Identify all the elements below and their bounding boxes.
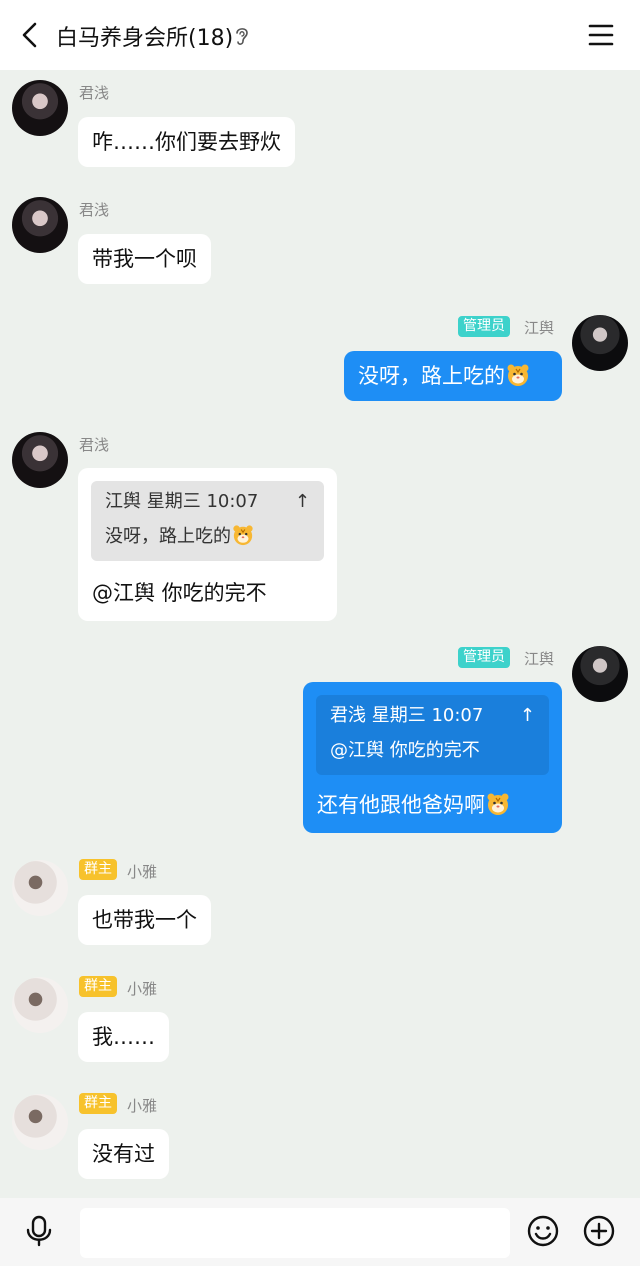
input-bar bbox=[0, 1198, 640, 1266]
avatar-junqian[interactable] bbox=[12, 432, 68, 488]
admin-badge: 管理员 bbox=[458, 647, 510, 668]
message-row: 管理员 江舆 没呀，路上吃的 bbox=[0, 305, 640, 415]
message-row: 群主 小雅 我…… bbox=[0, 967, 640, 1077]
message-input[interactable] bbox=[80, 1208, 510, 1258]
arrow-up-icon: ↑ bbox=[294, 491, 310, 512]
avatar-junqian[interactable] bbox=[12, 197, 68, 253]
quoted-message[interactable]: 江舆 星期三 10:07 ↑ 没呀，路上吃的 bbox=[91, 481, 324, 561]
message-bubble[interactable]: 带我一个呗 bbox=[78, 234, 211, 284]
tiger-emoji-icon bbox=[233, 525, 253, 546]
sender-name: 君浅 bbox=[79, 201, 110, 219]
message-text: 我…… bbox=[92, 1025, 155, 1049]
owner-badge: 群主 bbox=[79, 859, 117, 880]
avatar-xiaoya[interactable] bbox=[12, 1094, 68, 1150]
message-bubble[interactable]: 江舆 星期三 10:07 ↑ 没呀，路上吃的 @江舆 你吃的完不 bbox=[78, 468, 337, 621]
plus-icon[interactable] bbox=[582, 1214, 616, 1248]
avatar-junqian[interactable] bbox=[12, 80, 68, 136]
back-icon[interactable] bbox=[14, 18, 48, 52]
message-row: 群主 小雅 没有过 bbox=[0, 1084, 640, 1194]
ear-icon bbox=[236, 28, 248, 45]
sender-name: 君浅 bbox=[79, 84, 110, 102]
sender-name: 江舆 bbox=[524, 650, 555, 668]
owner-badge: 群主 bbox=[79, 976, 117, 997]
owner-badge: 群主 bbox=[79, 1093, 117, 1114]
message-bubble[interactable]: 也带我一个 bbox=[78, 895, 211, 945]
message-row: 君浅 江舆 星期三 10:07 ↑ 没呀，路上吃的 @江舆 你吃的完不 bbox=[0, 422, 640, 627]
sender-name: 小雅 bbox=[127, 863, 158, 881]
message-text: 还有他跟他爸妈啊 bbox=[317, 793, 485, 817]
sender-name: 小雅 bbox=[127, 1097, 158, 1115]
message-bubble[interactable]: 没呀，路上吃的 bbox=[344, 351, 562, 401]
message-text: 也带我一个 bbox=[92, 908, 197, 932]
quote-header: 君浅 星期三 10:07 bbox=[330, 705, 484, 726]
avatar-jiangyu[interactable] bbox=[572, 646, 628, 702]
quote-header: 江舆 星期三 10:07 bbox=[105, 491, 259, 512]
message-bubble[interactable]: 君浅 星期三 10:07 ↑ @江舆 你吃的完不 还有他跟他爸妈啊 bbox=[303, 682, 562, 833]
avatar-xiaoya[interactable] bbox=[12, 977, 68, 1033]
message-row: 管理员 江舆 君浅 星期三 10:07 ↑ @江舆 你吃的完不 还有他跟他爸妈啊 bbox=[0, 636, 640, 846]
quote-text: @江舆 你吃的完不 bbox=[330, 740, 480, 761]
message-bubble[interactable]: 没有过 bbox=[78, 1129, 169, 1179]
avatar-jiangyu[interactable] bbox=[572, 315, 628, 371]
message-list[interactable]: 君浅 咋……你们要去野炊 君浅 带我一个呗 管理员 江舆 没呀，路上吃的 君浅 … bbox=[0, 70, 640, 1198]
quoted-message[interactable]: 君浅 星期三 10:07 ↑ @江舆 你吃的完不 bbox=[316, 695, 549, 775]
chat-header: 白马养身会所(18) bbox=[0, 0, 640, 70]
quote-text: 没呀，路上吃的 bbox=[105, 526, 231, 547]
sender-name: 江舆 bbox=[524, 319, 555, 337]
tiger-emoji-icon bbox=[487, 793, 509, 815]
sender-name: 君浅 bbox=[79, 436, 110, 454]
emoji-icon[interactable] bbox=[526, 1214, 560, 1248]
mic-icon[interactable] bbox=[22, 1214, 56, 1248]
avatar-xiaoya[interactable] bbox=[12, 860, 68, 916]
message-bubble[interactable]: 咋……你们要去野炊 bbox=[78, 117, 295, 167]
sender-name: 小雅 bbox=[127, 980, 158, 998]
message-text: 没有过 bbox=[92, 1142, 155, 1166]
message-row: 群主 小雅 也带我一个 bbox=[0, 850, 640, 960]
tiger-emoji-icon bbox=[507, 364, 529, 386]
message-text: 咋……你们要去野炊 bbox=[92, 130, 281, 154]
message-text: 带我一个呗 bbox=[92, 247, 197, 271]
admin-badge: 管理员 bbox=[458, 316, 510, 337]
message-bubble[interactable]: 我…… bbox=[78, 1012, 169, 1062]
menu-icon[interactable] bbox=[584, 18, 618, 52]
message-text: @江舆 你吃的完不 bbox=[92, 581, 267, 605]
arrow-up-icon: ↑ bbox=[519, 705, 535, 726]
message-row: 君浅 带我一个呗 bbox=[0, 187, 640, 297]
chat-title[interactable]: 白马养身会所(18) bbox=[56, 20, 233, 52]
message-text: 没呀，路上吃的 bbox=[358, 364, 505, 388]
message-row: 君浅 咋……你们要去野炊 bbox=[0, 70, 640, 180]
